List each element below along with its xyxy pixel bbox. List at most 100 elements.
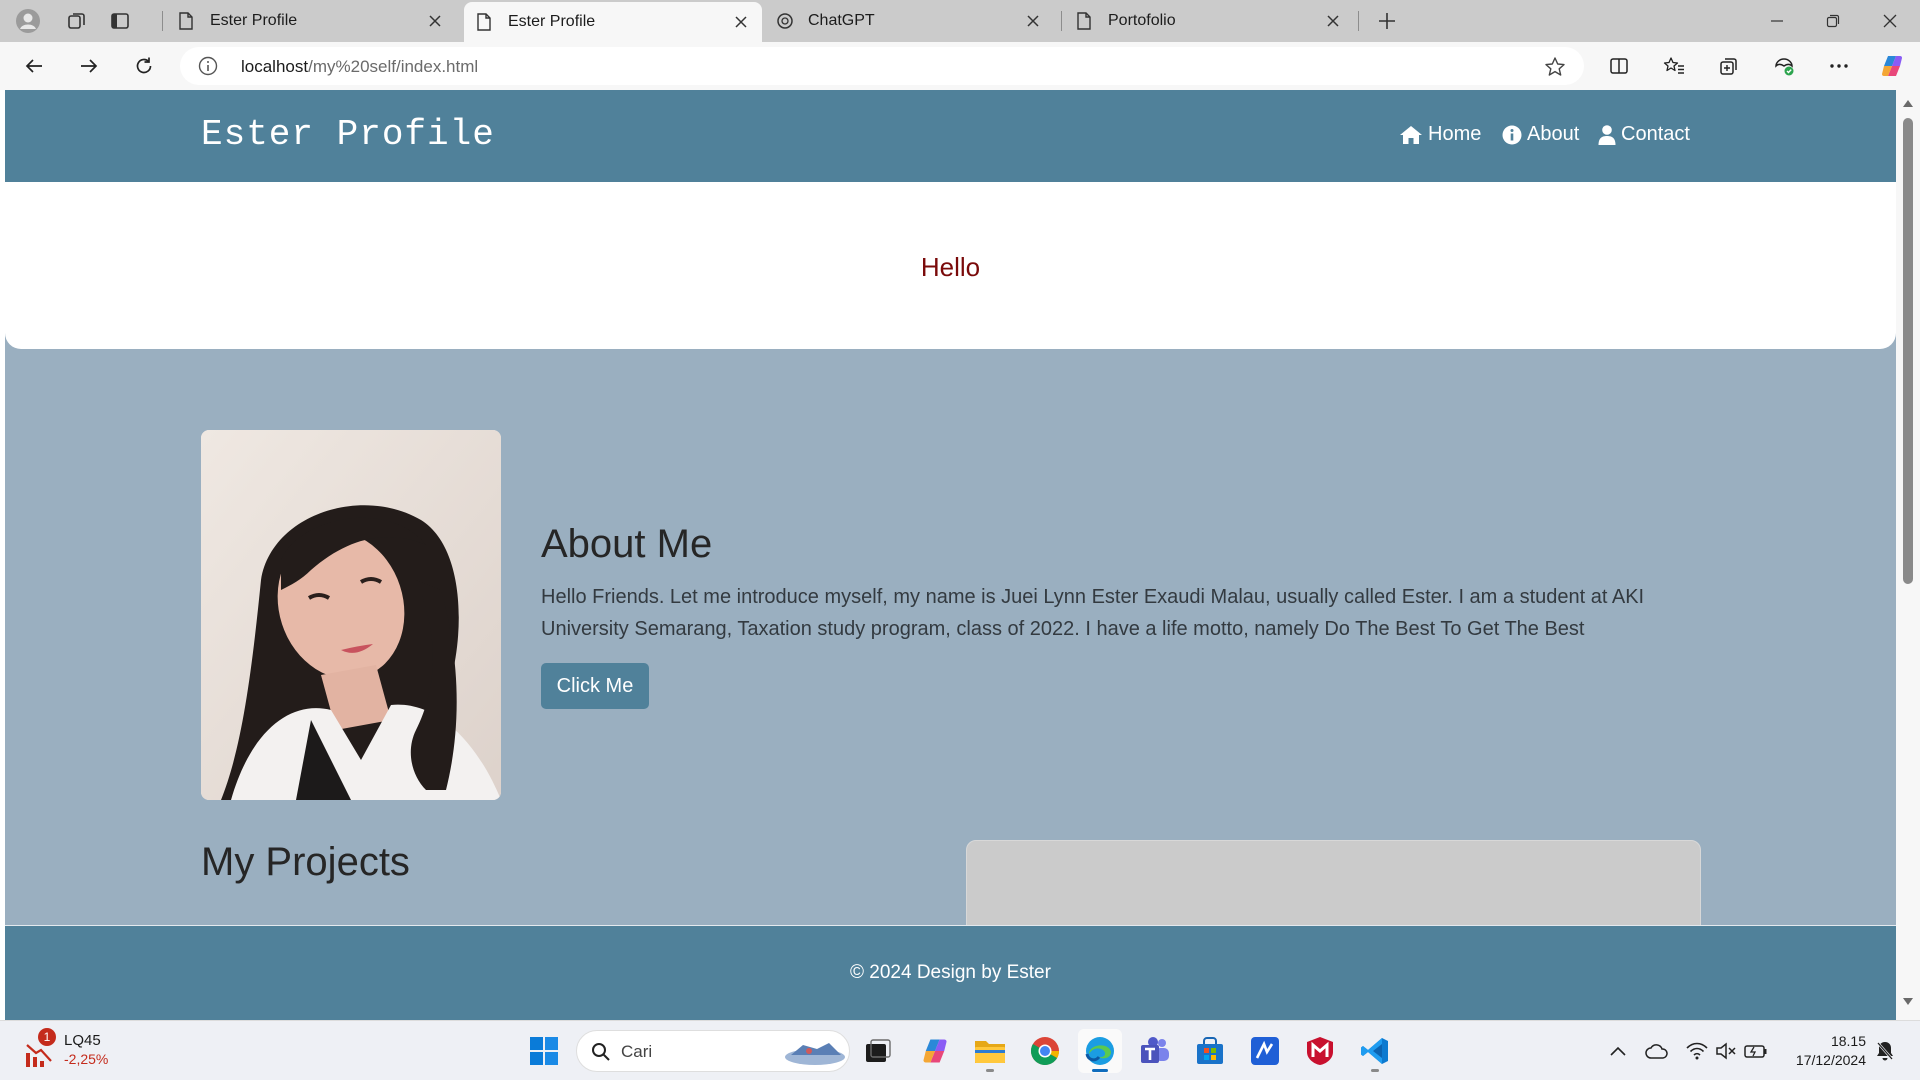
show-hidden-icons-icon[interactable] xyxy=(1606,1039,1630,1063)
close-tab-icon[interactable] xyxy=(1324,12,1342,30)
browser-essentials-icon[interactable] xyxy=(1766,49,1802,83)
tab-label: Ester Profile xyxy=(210,12,298,29)
workspaces-icon[interactable] xyxy=(60,6,94,36)
chatgpt-icon xyxy=(776,12,794,30)
clock-date: 17/12/2024 xyxy=(1795,1052,1866,1068)
close-tab-icon[interactable] xyxy=(426,12,444,30)
volume-muted-icon[interactable] xyxy=(1714,1039,1738,1063)
page-viewport: Ester Profile Home About Contact Hello A… xyxy=(0,90,1920,1020)
scroll-down-icon[interactable] xyxy=(1901,995,1915,1007)
nav-home-label: Home xyxy=(1428,123,1482,145)
mcafee-icon[interactable] xyxy=(1298,1029,1342,1073)
site-navbar: Ester Profile Home About Contact xyxy=(5,90,1896,182)
restore-icon[interactable] xyxy=(1805,0,1861,42)
tab-ester-profile-2[interactable]: Ester Profile xyxy=(464,2,762,42)
nav-home[interactable]: Home xyxy=(1399,123,1481,146)
search-icon xyxy=(592,1043,610,1061)
copilot-icon[interactable] xyxy=(1874,49,1910,83)
start-icon[interactable] xyxy=(522,1029,566,1073)
notification-badge: 1 xyxy=(38,1028,56,1046)
url-path: /my%20self/index.html xyxy=(308,57,479,76)
favorites-icon[interactable] xyxy=(1656,49,1692,83)
nav-about-label: About xyxy=(1527,123,1580,145)
more-icon[interactable] xyxy=(1821,49,1857,83)
pen-app-icon[interactable] xyxy=(1243,1029,1287,1073)
copilot-app-icon[interactable] xyxy=(913,1029,957,1073)
running-indicator xyxy=(1371,1069,1379,1072)
about-text: Hello Friends. Let me introduce myself, … xyxy=(541,586,1645,640)
home-icon xyxy=(1400,125,1422,144)
tab-separator xyxy=(1358,11,1359,31)
close-tab-icon[interactable] xyxy=(732,13,750,31)
tab-portofolio[interactable]: Portofolio xyxy=(1064,0,1354,42)
close-window-icon[interactable] xyxy=(1862,0,1918,42)
new-tab-icon[interactable] xyxy=(1370,6,1404,36)
tab-separator xyxy=(1061,11,1062,31)
site-brand[interactable]: Ester Profile xyxy=(201,114,495,155)
site-footer: © 2024 Design by Ester xyxy=(5,925,1896,1020)
profile-photo xyxy=(201,430,501,800)
nav-about[interactable]: About xyxy=(1502,123,1579,146)
collections-icon[interactable] xyxy=(1711,49,1747,83)
tab-chatgpt[interactable]: ChatGPT xyxy=(764,0,1054,42)
wifi-icon[interactable] xyxy=(1685,1039,1709,1063)
hero-greeting: Hello xyxy=(920,252,981,282)
widget-name: LQ45 xyxy=(64,1032,101,1049)
page-scrollbar[interactable] xyxy=(1896,90,1920,1020)
tab-separator xyxy=(162,11,163,31)
clock-time: 18.15 xyxy=(1830,1033,1866,1049)
onedrive-icon[interactable] xyxy=(1645,1039,1669,1063)
file-explorer-icon[interactable] xyxy=(968,1029,1012,1073)
about-title: About Me xyxy=(541,522,713,566)
nav-contact[interactable]: Contact xyxy=(1598,123,1690,146)
task-view-icon[interactable] xyxy=(856,1029,900,1073)
web-page: Ester Profile Home About Contact Hello A… xyxy=(5,90,1896,1020)
running-indicator xyxy=(986,1069,994,1072)
tab-label: ChatGPT xyxy=(808,12,875,29)
user-icon xyxy=(1598,124,1616,145)
tab-strip: Ester Profile Ester Profile ChatGPT Port… xyxy=(0,0,1920,42)
browser-toolbar: localhost/my%20self/index.html xyxy=(0,42,1920,90)
scroll-up-icon[interactable] xyxy=(1901,97,1915,109)
refresh-icon[interactable] xyxy=(126,49,162,83)
battery-icon[interactable] xyxy=(1744,1039,1768,1063)
site-info-icon[interactable] xyxy=(198,56,218,76)
vscode-icon[interactable] xyxy=(1353,1029,1397,1073)
page-icon xyxy=(178,12,196,30)
search-placeholder: Cari xyxy=(621,1042,653,1061)
url-host: localhost xyxy=(241,57,309,76)
running-indicator xyxy=(1092,1069,1108,1072)
footer-text: © 2024 Design by Ester xyxy=(850,962,1051,983)
click-me-button[interactable]: Click Me xyxy=(541,663,649,709)
nav-contact-label: Contact xyxy=(1621,123,1690,145)
minimize-icon[interactable] xyxy=(1749,0,1805,42)
info-icon xyxy=(1502,125,1522,144)
widget-value: -2,25% xyxy=(64,1051,109,1067)
page-icon xyxy=(1076,12,1094,30)
search-highlight-icon xyxy=(785,1043,845,1065)
tab-label: Portofolio xyxy=(1108,12,1176,29)
scrollbar-thumb[interactable] xyxy=(1903,118,1913,584)
projects-title: My Projects xyxy=(201,840,410,884)
url-text[interactable]: localhost/my%20self/index.html xyxy=(241,57,478,77)
split-screen-icon[interactable] xyxy=(1601,49,1637,83)
edge-icon[interactable] xyxy=(1078,1029,1122,1073)
close-tab-icon[interactable] xyxy=(1024,12,1042,30)
forward-icon[interactable] xyxy=(71,49,107,83)
tab-label: Ester Profile xyxy=(508,13,596,30)
stock-widget[interactable]: 1 LQ45 -2,25% xyxy=(22,1028,162,1073)
taskbar: 1 LQ45 -2,25% Cari 18.15 17/12/2024 xyxy=(0,1020,1920,1080)
notifications-icon[interactable] xyxy=(1873,1039,1897,1063)
taskbar-search[interactable]: Cari xyxy=(576,1030,850,1072)
teams-icon[interactable] xyxy=(1133,1029,1177,1073)
chrome-icon[interactable] xyxy=(1023,1029,1067,1073)
system-clock[interactable]: 18.15 17/12/2024 xyxy=(1796,1032,1866,1070)
profile-icon[interactable] xyxy=(11,6,45,36)
tab-ester-profile-1[interactable]: Ester Profile xyxy=(166,0,456,42)
back-icon[interactable] xyxy=(16,49,52,83)
store-icon[interactable] xyxy=(1188,1029,1232,1073)
address-bar[interactable]: localhost/my%20self/index.html xyxy=(180,47,1584,85)
tab-actions-icon[interactable] xyxy=(103,6,137,36)
page-icon xyxy=(476,13,494,31)
favorite-star-icon[interactable] xyxy=(1544,56,1566,78)
